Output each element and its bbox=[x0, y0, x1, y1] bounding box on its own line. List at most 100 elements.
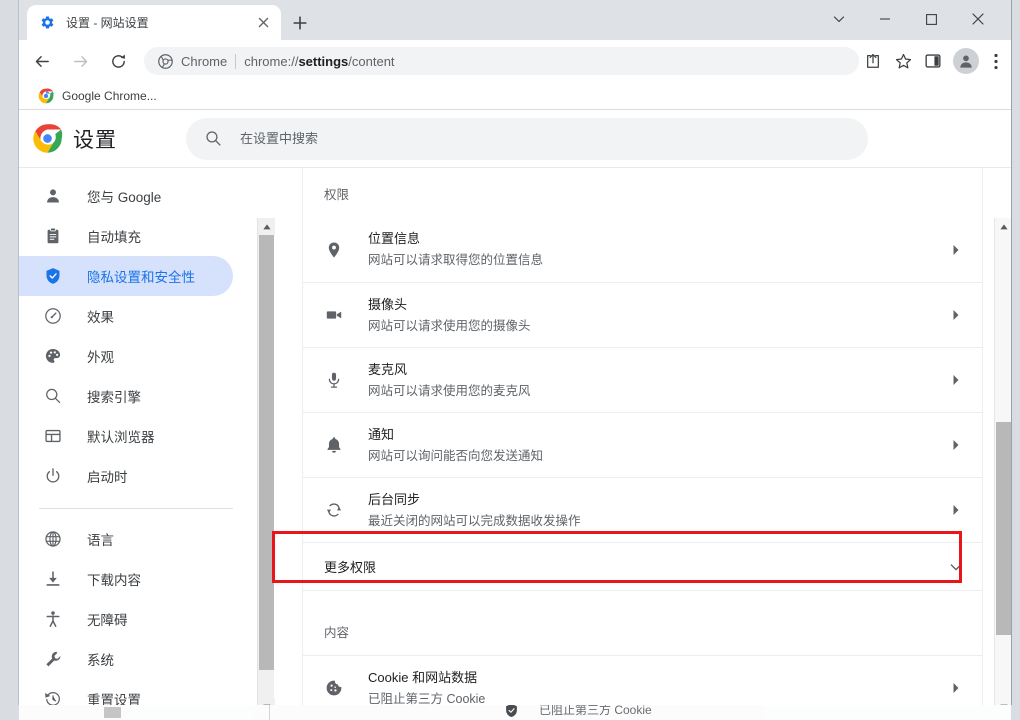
sidebar-item-label: 您与 Google bbox=[87, 186, 161, 206]
chevron-right-icon[interactable] bbox=[946, 240, 966, 260]
sidebar-item-label: 语言 bbox=[87, 529, 114, 549]
content-scrollbar-thumb[interactable] bbox=[996, 422, 1011, 635]
chrome-logo-icon bbox=[29, 121, 65, 157]
permission-title: 麦克风 bbox=[368, 360, 946, 379]
chevron-right-icon[interactable] bbox=[946, 500, 966, 520]
back-icon[interactable] bbox=[28, 47, 56, 75]
more-permissions-expand-row[interactable]: 更多权限 bbox=[303, 542, 982, 590]
sidebar-item-label: 效果 bbox=[87, 306, 114, 326]
minimize-icon[interactable] bbox=[862, 0, 908, 38]
side-panel-icon[interactable] bbox=[919, 47, 947, 75]
search-input[interactable] bbox=[240, 118, 868, 160]
sidebar-scrollbar[interactable] bbox=[257, 218, 274, 715]
sidebar-item-autofill[interactable]: 自动填充 bbox=[19, 216, 233, 256]
permission-subtitle: 网站可以请求使用您的摄像头 bbox=[368, 317, 946, 336]
new-tab-button[interactable] bbox=[287, 10, 313, 36]
settings-gear-icon bbox=[39, 15, 55, 31]
clipboard-icon bbox=[43, 226, 63, 246]
bookmark-star-icon[interactable] bbox=[889, 47, 917, 75]
permission-title: 位置信息 bbox=[368, 229, 946, 248]
search-icon bbox=[43, 386, 63, 406]
permission-row-location[interactable]: 位置信息 网站可以请求取得您的位置信息 bbox=[303, 217, 982, 282]
video-camera-icon bbox=[324, 305, 344, 325]
permission-row-notifications[interactable]: 通知 网站可以询问能否向您发送通知 bbox=[303, 412, 982, 477]
shield-icon bbox=[43, 266, 63, 286]
toolbar-actions bbox=[859, 47, 1011, 75]
chevron-down-icon[interactable] bbox=[816, 0, 862, 38]
sidebar-item-label: 外观 bbox=[87, 346, 114, 366]
sidebar-group-secondary: 语言 下载内容 bbox=[19, 519, 241, 715]
chrome-icon bbox=[156, 52, 174, 70]
browser-tab[interactable]: 设置 - 网站设置 bbox=[27, 5, 281, 40]
accessibility-icon bbox=[43, 609, 63, 629]
permissions-section-heading: 权限 bbox=[303, 168, 982, 217]
omnibox-separator bbox=[235, 54, 236, 69]
settings-sidebar: 您与 Google 自动填充 bbox=[19, 168, 241, 715]
permission-text: Cookie 和网站数据 已阻止第三方 Cookie bbox=[368, 668, 946, 709]
sidebar-item-search-engine[interactable]: 搜索引擎 bbox=[19, 376, 233, 416]
sidebar-item-on-startup[interactable]: 启动时 bbox=[19, 456, 233, 496]
sidebar-item-label: 默认浏览器 bbox=[87, 426, 155, 446]
sidebar-item-label: 自动填充 bbox=[87, 226, 141, 246]
person-icon bbox=[43, 186, 63, 206]
content-card: 权限 位置信息 网站可以请求取得您的位置信息 bbox=[302, 168, 983, 715]
chrome-menu-icon[interactable] bbox=[983, 47, 1009, 75]
artifact-line bbox=[269, 705, 270, 720]
bookmarks-bar: Google Chrome... bbox=[19, 82, 1011, 110]
chevron-right-icon[interactable] bbox=[946, 305, 966, 325]
content-scrollbar[interactable] bbox=[994, 218, 1011, 715]
sidebar-item-performance[interactable]: 效果 bbox=[19, 296, 233, 336]
sidebar-divider bbox=[39, 508, 233, 509]
share-icon[interactable] bbox=[859, 47, 887, 75]
sidebar-item-privacy-and-security[interactable]: 隐私设置和安全性 bbox=[19, 256, 233, 296]
sidebar-item-languages[interactable]: 语言 bbox=[19, 519, 233, 559]
sidebar-item-system[interactable]: 系统 bbox=[19, 639, 233, 679]
sidebar-item-downloads[interactable]: 下载内容 bbox=[19, 559, 233, 599]
permission-row-camera[interactable]: 摄像头 网站可以请求使用您的摄像头 bbox=[303, 282, 982, 347]
forward-icon[interactable] bbox=[66, 47, 94, 75]
permission-text: 位置信息 网站可以请求取得您的位置信息 bbox=[368, 229, 946, 270]
permission-title: Cookie 和网站数据 bbox=[368, 668, 946, 687]
sidebar-scrollbar-thumb[interactable] bbox=[259, 235, 274, 670]
search-icon bbox=[203, 129, 223, 149]
settings-search-box[interactable] bbox=[186, 118, 868, 160]
chevron-down-icon[interactable] bbox=[946, 557, 966, 577]
settings-content: 权限 位置信息 网站可以请求取得您的位置信息 bbox=[275, 168, 1011, 715]
chevron-right-icon[interactable] bbox=[946, 435, 966, 455]
chrome-icon bbox=[38, 88, 54, 104]
permission-title: 摄像头 bbox=[368, 295, 946, 314]
speedometer-icon bbox=[43, 306, 63, 326]
cookie-icon bbox=[324, 678, 344, 698]
sidebar-item-appearance[interactable]: 外观 bbox=[19, 336, 233, 376]
sidebar-item-label: 搜索引擎 bbox=[87, 386, 141, 406]
address-bar[interactable]: Chrome chrome://settings/content bbox=[144, 47, 859, 75]
chevron-right-icon[interactable] bbox=[946, 678, 966, 698]
window-close-icon[interactable] bbox=[954, 0, 1002, 38]
maximize-icon[interactable] bbox=[908, 0, 954, 38]
browser-toolbar: Chrome chrome://settings/content bbox=[19, 40, 1011, 82]
sidebar-item-you-and-google[interactable]: 您与 Google bbox=[19, 176, 233, 216]
settings-header: 设置 bbox=[19, 110, 1011, 167]
window-edge-line-right bbox=[1011, 0, 1012, 720]
render-artifact-strip: 已阻止第三方 Cookie bbox=[0, 705, 1020, 720]
download-icon bbox=[43, 569, 63, 589]
sidebar-item-default-browser[interactable]: 默认浏览器 bbox=[19, 416, 233, 456]
sidebar-item-accessibility[interactable]: 无障碍 bbox=[19, 599, 233, 639]
profile-avatar[interactable] bbox=[953, 48, 979, 74]
sidebar-item-label: 下载内容 bbox=[87, 569, 141, 589]
bookmark-item[interactable]: Google Chrome... bbox=[32, 85, 163, 107]
scroll-up-arrow-icon[interactable] bbox=[258, 218, 275, 235]
permission-title: 通知 bbox=[368, 425, 946, 444]
location-pin-icon bbox=[324, 240, 344, 260]
permission-subtitle: 网站可以询问能否向您发送通知 bbox=[368, 447, 946, 466]
chevron-right-icon[interactable] bbox=[946, 370, 966, 390]
settings-page: 设置 bbox=[19, 110, 1011, 715]
close-icon[interactable] bbox=[253, 13, 273, 33]
reload-icon[interactable] bbox=[104, 47, 132, 75]
permission-text: 后台同步 最近关闭的网站可以完成数据收发操作 bbox=[368, 490, 946, 531]
permission-row-microphone[interactable]: 麦克风 网站可以请求使用您的麦克风 bbox=[303, 347, 982, 412]
permission-subtitle: 网站可以请求使用您的麦克风 bbox=[368, 382, 946, 401]
url-prefix: chrome:// bbox=[244, 54, 298, 69]
permission-row-background-sync[interactable]: 后台同步 最近关闭的网站可以完成数据收发操作 bbox=[303, 477, 982, 542]
scroll-up-arrow-icon[interactable] bbox=[995, 218, 1011, 235]
